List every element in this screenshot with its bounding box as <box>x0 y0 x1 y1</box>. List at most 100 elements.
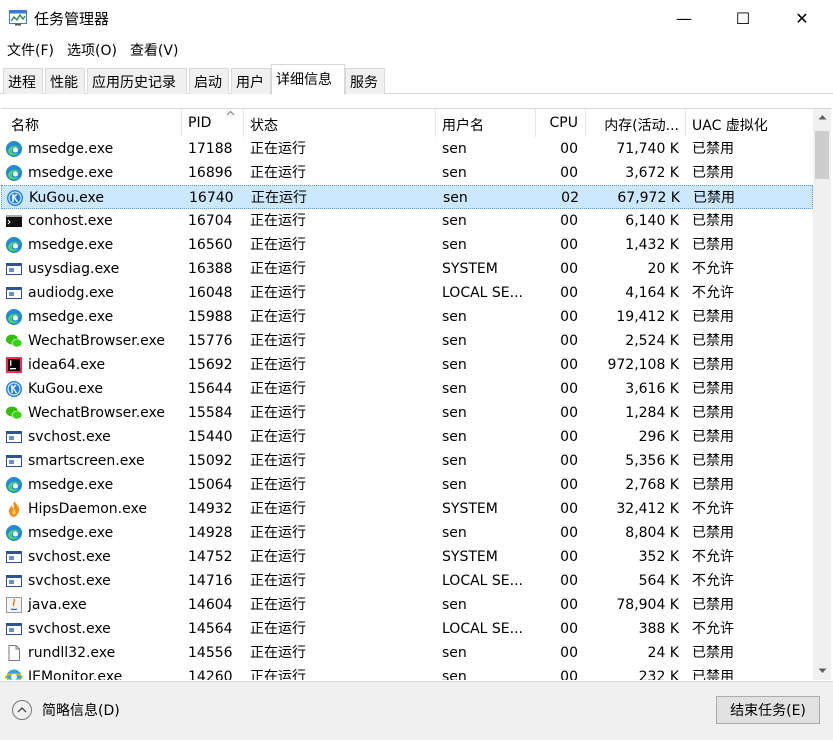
column-header-status[interactable]: 状态 <box>244 109 436 137</box>
cell-uac: 不允许 <box>692 621 734 637</box>
table-row[interactable]: java.exe 14604 正在运行 sen 00 78,904 K 已禁用 <box>1 593 813 617</box>
cell-memory: 3,616 K <box>625 381 679 397</box>
cell-username: sen <box>442 213 467 229</box>
column-header-name[interactable]: 名称 <box>1 109 182 137</box>
cell-username: SYSTEM <box>442 501 498 517</box>
table-row[interactable]: msedge.exe 16560 正在运行 sen 00 1,432 K 已禁用 <box>1 233 813 257</box>
cell-username: sen <box>442 237 467 253</box>
table-row[interactable]: msedge.exe 17188 正在运行 sen 00 71,740 K 已禁用 <box>1 137 813 161</box>
cell-username: sen <box>442 405 467 421</box>
table-row[interactable]: svchost.exe 14564 正在运行 LOCAL SE... 00 388 K 不允… <box>1 617 813 641</box>
cell-memory: 5,356 K <box>625 453 679 469</box>
cell-status: 正在运行 <box>250 525 306 541</box>
table-row[interactable]: msedge.exe 14928 正在运行 sen 00 8,804 K 已禁用 <box>1 521 813 545</box>
cell-memory: 78,904 K <box>616 597 679 613</box>
table-row[interactable]: usysdiag.exe 16388 正在运行 SYSTEM 00 20 K 不允许 <box>1 257 813 281</box>
cell-memory: 3,672 K <box>625 165 679 181</box>
table-row[interactable]: KuGou.exe 16740 正在运行 sen 02 67,972 K 已禁用 <box>1 185 813 209</box>
scroll-down-button[interactable] <box>813 663 831 680</box>
tab-startup[interactable]: 启动 <box>189 68 229 94</box>
table-row[interactable]: HipsDaemon.exe 14932 正在运行 SYSTEM 00 32,412 K 不… <box>1 497 813 521</box>
cell-name: msedge.exe <box>28 165 114 181</box>
cell-name: svchost.exe <box>28 429 111 445</box>
vertical-scrollbar[interactable] <box>813 109 831 680</box>
cell-status: 正在运行 <box>250 645 306 661</box>
close-button[interactable]: ✕ <box>779 0 825 36</box>
table-row[interactable]: KuGou.exe 15644 正在运行 sen 00 3,616 K 已禁用 <box>1 377 813 401</box>
cell-cpu: 00 <box>560 213 578 229</box>
cell-username: sen <box>442 141 467 157</box>
table-row[interactable]: svchost.exe 14752 正在运行 SYSTEM 00 352 K 不允许 <box>1 545 813 569</box>
maximize-button[interactable]: ☐ <box>720 0 766 36</box>
table-row[interactable]: smartscreen.exe 15092 正在运行 sen 00 5,356 K 已禁用 <box>1 449 813 473</box>
cell-memory: 6,140 K <box>625 213 679 229</box>
cell-status: 正在运行 <box>250 573 306 589</box>
column-header-cpu[interactable]: CPU <box>536 109 586 137</box>
table-row[interactable]: msedge.exe 15988 正在运行 sen 00 19,412 K 已禁用 <box>1 305 813 329</box>
menu-view[interactable]: 查看(V) <box>123 37 179 61</box>
cell-pid: 16048 <box>188 285 233 301</box>
cell-cpu: 02 <box>561 190 579 206</box>
cell-username: sen <box>442 525 467 541</box>
column-header-username[interactable]: 用户名 <box>436 109 536 137</box>
scrollbar-thumb[interactable] <box>815 131 829 179</box>
table-row[interactable]: WechatBrowser.exe 15776 正在运行 sen 00 2,524 K 已禁… <box>1 329 813 353</box>
cell-name: HipsDaemon.exe <box>28 501 147 517</box>
cell-cpu: 00 <box>560 525 578 541</box>
table-row[interactable]: conhost.exe 16704 正在运行 sen 00 6,140 K 已禁用 <box>1 209 813 233</box>
cell-username: sen <box>442 429 467 445</box>
cell-uac: 已禁用 <box>692 237 734 253</box>
sort-arrow-icon <box>226 110 235 116</box>
table-row[interactable]: msedge.exe 16896 正在运行 sen 00 3,672 K 已禁用 <box>1 161 813 185</box>
cell-memory: 32,412 K <box>616 501 679 517</box>
column-header-uac[interactable]: UAC 虚拟化 <box>686 109 813 137</box>
tab-services[interactable]: 服务 <box>345 68 385 94</box>
table-row[interactable]: WechatBrowser.exe 15584 正在运行 sen 00 1,284 K 已禁… <box>1 401 813 425</box>
minimize-button[interactable]: — <box>661 0 707 36</box>
cell-pid: 15644 <box>188 381 233 397</box>
cell-name: WechatBrowser.exe <box>28 405 166 421</box>
cell-username: sen <box>442 453 467 469</box>
cell-cpu: 00 <box>560 549 578 565</box>
end-task-button[interactable]: 结束任务(E) <box>716 696 820 724</box>
tab-users[interactable]: 用户 <box>231 68 271 94</box>
cell-username: LOCAL SE... <box>442 285 524 301</box>
table-row[interactable]: rundll32.exe 14556 正在运行 sen 00 24 K 已禁用 <box>1 641 813 665</box>
cell-status: 正在运行 <box>250 381 306 397</box>
cell-memory: 1,284 K <box>625 405 679 421</box>
cell-name: idea64.exe <box>28 357 106 373</box>
cell-pid: 14556 <box>188 645 233 661</box>
cell-status: 正在运行 <box>250 141 306 157</box>
tab-processes[interactable]: 进程 <box>3 68 43 94</box>
cell-cpu: 00 <box>560 501 578 517</box>
tab-details[interactable]: 详细信息 <box>271 64 345 95</box>
menu-file[interactable]: 文件(F) <box>0 37 54 61</box>
table-row[interactable]: IEMonitor.exe 14260 正在运行 sen 00 232 K 已禁用 <box>1 665 813 680</box>
close-icon: ✕ <box>795 8 809 28</box>
cell-cpu: 00 <box>560 645 578 661</box>
table-row[interactable]: svchost.exe 14716 正在运行 LOCAL SE... 00 564 K 不允… <box>1 569 813 593</box>
table-row[interactable]: msedge.exe 15064 正在运行 sen 00 2,768 K 已禁用 <box>1 473 813 497</box>
cell-memory: 4,164 K <box>625 285 679 301</box>
cell-name: msedge.exe <box>28 309 114 325</box>
cell-cpu: 00 <box>560 261 578 277</box>
table-row[interactable]: idea64.exe 15692 正在运行 sen 00 972,108 K 已禁用 <box>1 353 813 377</box>
column-header-pid-label: PID <box>188 115 212 131</box>
cell-uac: 已禁用 <box>692 477 734 493</box>
cell-status: 正在运行 <box>250 477 306 493</box>
table-row[interactable]: audiodg.exe 16048 正在运行 LOCAL SE... 00 4,164 K… <box>1 281 813 305</box>
maximize-icon: ☐ <box>735 8 751 28</box>
cell-memory: 20 K <box>647 261 679 277</box>
cell-memory: 2,768 K <box>625 477 679 493</box>
table-row[interactable]: svchost.exe 15440 正在运行 sen 00 296 K 已禁用 <box>1 425 813 449</box>
tab-app-history[interactable]: 应用历史记录 <box>87 68 187 94</box>
cell-pid: 15092 <box>188 453 233 469</box>
cell-uac: 不允许 <box>692 501 734 517</box>
cell-cpu: 00 <box>560 477 578 493</box>
menu-options[interactable]: 选项(O) <box>60 37 117 61</box>
scroll-up-button[interactable] <box>813 109 831 127</box>
cell-name: KuGou.exe <box>29 190 104 206</box>
tab-performance[interactable]: 性能 <box>45 68 85 94</box>
column-header-memory[interactable]: 内存(活动... <box>586 109 686 137</box>
fewer-details-button[interactable]: 简略信息(D) <box>12 700 120 720</box>
